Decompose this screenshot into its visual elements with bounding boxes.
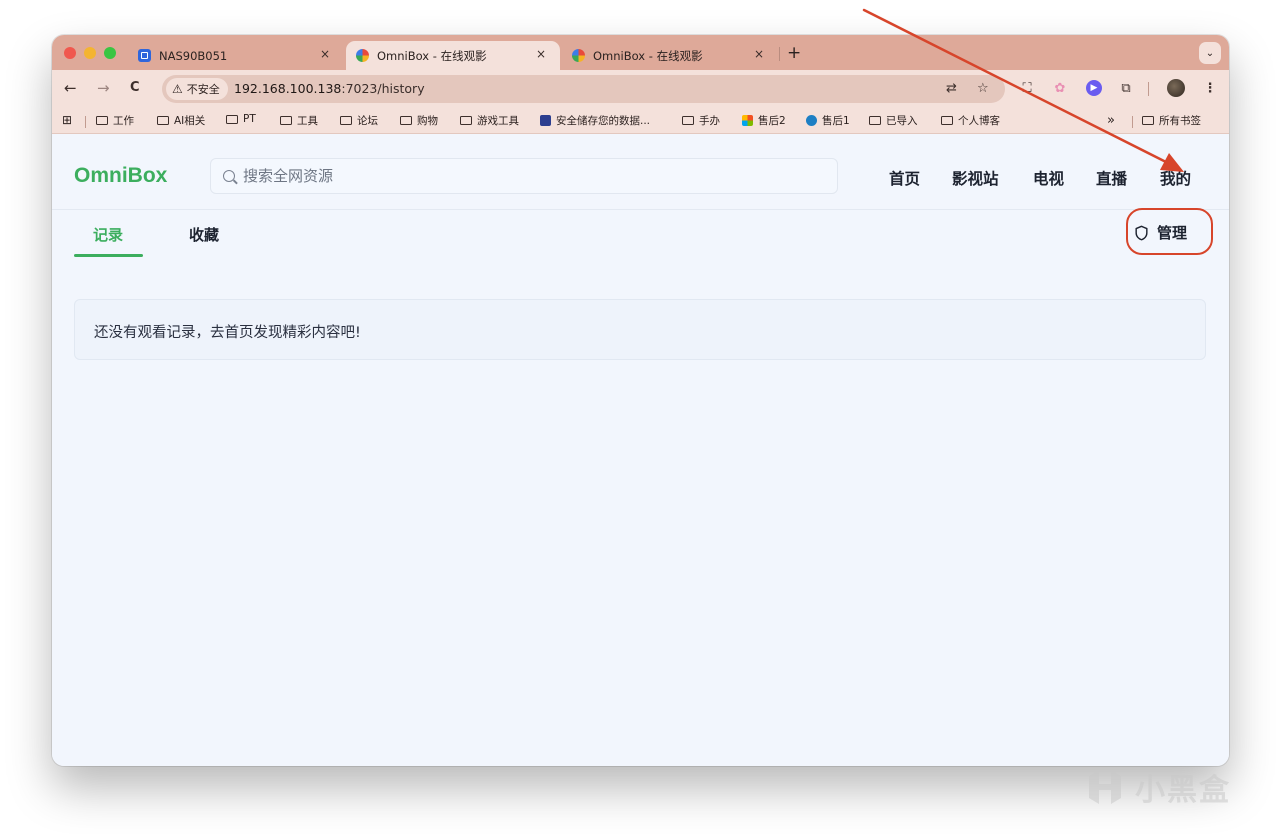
bookmarks-bar: ⊞ 工作 AI相关 PT 工具 论坛 购物 游戏工具 安全储存您的数据... 手…	[52, 108, 1229, 134]
bookmark-folder[interactable]: 工作	[96, 113, 134, 128]
bookmarks-overflow-button[interactable]: »	[1107, 113, 1115, 128]
xiaoheihe-logo-icon	[1089, 770, 1121, 804]
url-host: 192.168.100.138	[234, 81, 342, 96]
folder-icon	[340, 116, 352, 125]
folder-icon	[280, 116, 292, 125]
minimize-window-button[interactable]	[84, 47, 96, 59]
close-window-button[interactable]	[64, 47, 76, 59]
folder-icon	[460, 116, 472, 125]
nav-home[interactable]: 首页	[889, 167, 920, 189]
maximize-window-button[interactable]	[104, 47, 116, 59]
bookmarks-separator	[85, 116, 86, 128]
search-icon	[223, 170, 235, 182]
omnibox-icon	[356, 49, 369, 62]
bookmark-folder[interactable]: PT	[226, 113, 256, 125]
bookmark-site[interactable]: 售后2	[742, 113, 786, 128]
new-tab-button[interactable]: +	[787, 43, 801, 63]
translate-icon[interactable]: ⇄	[946, 81, 957, 96]
search-input[interactable]	[243, 159, 823, 193]
browser-menu-icon[interactable]: ⋮	[1202, 80, 1218, 96]
folder-icon	[157, 116, 169, 125]
tab-title: OmniBox - 在线观影	[593, 48, 703, 63]
url-path: :7023/history	[341, 81, 425, 96]
bookmark-site[interactable]: 安全储存您的数据...	[540, 113, 650, 128]
close-tab-icon[interactable]: ×	[536, 47, 546, 61]
warning-icon: ⚠	[172, 82, 183, 96]
folder-icon	[1142, 116, 1154, 125]
nas-app-icon	[138, 49, 151, 62]
folder-icon	[96, 116, 108, 125]
nav-live[interactable]: 直播	[1096, 167, 1127, 189]
close-tab-icon[interactable]: ×	[320, 47, 330, 61]
extensions-puzzle-icon[interactable]: ⧉	[1118, 80, 1134, 96]
reload-button[interactable]: C	[130, 79, 140, 97]
site-favicon	[540, 115, 551, 126]
back-button[interactable]: ←	[64, 79, 77, 97]
apps-grid-icon[interactable]: ⊞	[62, 113, 72, 127]
empty-state: 还没有观看记录，去首页发现精彩内容吧!	[74, 299, 1206, 360]
active-tab-indicator	[74, 254, 143, 257]
close-tab-icon[interactable]: ×	[754, 47, 764, 61]
folder-icon	[682, 116, 694, 125]
pink-extension-icon[interactable]: ✿	[1052, 80, 1068, 96]
watermark: 小黑盒	[1085, 765, 1231, 809]
url-text[interactable]: 192.168.100.138:7023/history	[234, 81, 425, 96]
omnibox-icon	[572, 49, 585, 62]
forward-button[interactable]: →	[97, 79, 110, 97]
folder-icon	[226, 114, 238, 124]
empty-message: 还没有观看记录，去首页发现精彩内容吧!	[94, 325, 361, 341]
bookmarks-separator	[1132, 116, 1133, 128]
folder-icon	[869, 116, 881, 125]
tab-omnibox-active[interactable]: OmniBox - 在线观影 ×	[346, 41, 560, 70]
tab-history[interactable]: 记录	[93, 224, 123, 245]
bookmark-folder[interactable]: 手办	[682, 113, 720, 128]
sub-tabs: 记录 收藏 管理	[52, 210, 1229, 258]
bookmark-star-icon[interactable]: ☆	[977, 81, 989, 96]
tab-favorites[interactable]: 收藏	[189, 224, 219, 245]
all-bookmarks-folder[interactable]: 所有书签	[1142, 113, 1201, 128]
site-favicon	[806, 115, 817, 126]
address-bar[interactable]: ⚠ 不安全 192.168.100.138:7023/history ⇄ ☆	[162, 75, 1005, 103]
tab-title: OmniBox - 在线观影	[377, 48, 487, 63]
bookmark-folder[interactable]: 游戏工具	[460, 113, 519, 128]
tab-search-button[interactable]: ⌄	[1199, 42, 1221, 64]
annotation-circle	[1126, 208, 1213, 255]
profile-avatar[interactable]	[1167, 79, 1185, 97]
omnibox-logo[interactable]: OmniBox	[74, 164, 167, 188]
tab-title: NAS90B051	[159, 48, 228, 63]
toolbar-separator	[1148, 82, 1149, 96]
blue-extension-icon[interactable]: ▶	[1086, 80, 1102, 96]
screenshot-extension-icon[interactable]: ⛶	[1019, 80, 1035, 96]
tab-nas[interactable]: NAS90B051 ×	[130, 41, 344, 70]
tab-separator	[779, 47, 780, 61]
browser-toolbar: ← → C ⚠ 不安全 192.168.100.138:7023/history…	[52, 70, 1229, 108]
tab-strip: NAS90B051 × OmniBox - 在线观影 × OmniBox - 在…	[52, 35, 1229, 70]
search-box[interactable]	[210, 158, 838, 194]
nav-video-sites[interactable]: 影视站	[952, 167, 999, 189]
bookmark-site[interactable]: 售后1	[806, 113, 850, 128]
screenshot-stage: NAS90B051 × OmniBox - 在线观影 × OmniBox - 在…	[0, 0, 1280, 834]
folder-icon	[400, 116, 412, 125]
nav-tv[interactable]: 电视	[1033, 167, 1064, 189]
bookmark-folder[interactable]: 个人博客	[941, 113, 1000, 128]
bookmark-folder[interactable]: AI相关	[157, 113, 205, 128]
security-label: 不安全	[186, 83, 220, 96]
tab-omnibox[interactable]: OmniBox - 在线观影 ×	[562, 41, 778, 70]
bookmark-folder[interactable]: 工具	[280, 113, 318, 128]
omnibox-page: OmniBox 首页 影视站 电视 直播 我的 记录 收藏	[52, 134, 1229, 766]
bookmark-folder[interactable]: 论坛	[340, 113, 378, 128]
folder-icon	[941, 116, 953, 125]
windows-favicon	[742, 115, 753, 126]
app-header: OmniBox 首页 影视站 电视 直播 我的	[52, 134, 1229, 210]
security-chip[interactable]: ⚠ 不安全	[166, 78, 228, 100]
browser-window: NAS90B051 × OmniBox - 在线观影 × OmniBox - 在…	[52, 35, 1229, 766]
watermark-text: 小黑盒	[1135, 773, 1231, 808]
bookmark-folder[interactable]: 已导入	[869, 113, 918, 128]
nav-mine[interactable]: 我的	[1160, 167, 1191, 189]
bookmark-folder[interactable]: 购物	[400, 113, 438, 128]
